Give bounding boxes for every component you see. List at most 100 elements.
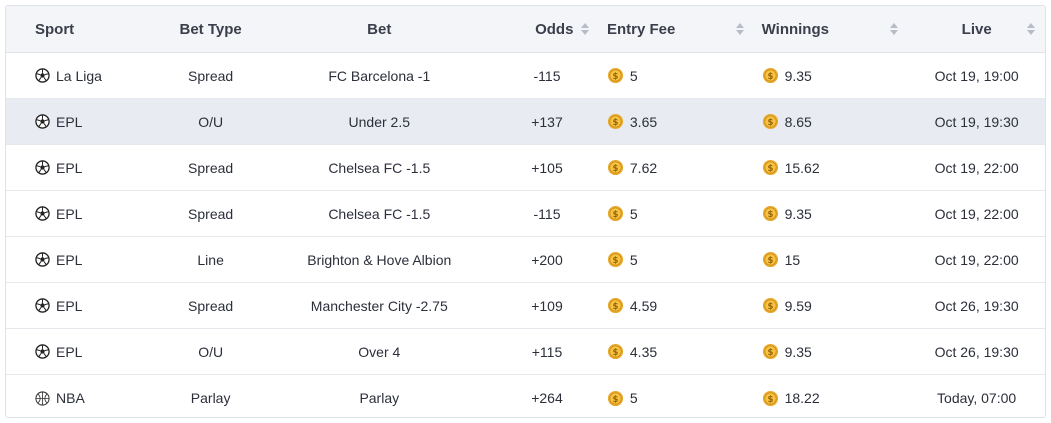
svg-text:$: $ [767, 302, 773, 312]
table-row[interactable]: EPL Line Brighton & Hove Albion +200 $ 5… [6, 237, 1045, 283]
bets-table: Sport Bet Type Bet Odds Entry Fee Winnin… [5, 5, 1046, 418]
cell-odds: -115 [533, 205, 561, 222]
sport-label: EPL [56, 159, 83, 176]
sport-label: EPL [56, 343, 83, 360]
sport-label: EPL [56, 297, 83, 314]
table-body: La Liga Spread FC Barcelona -1 -115 $ 5 … [6, 53, 1045, 417]
coin-icon: $ [762, 205, 779, 222]
coin-icon: $ [607, 113, 624, 130]
cell-sport: EPL [6, 191, 124, 236]
svg-text:$: $ [612, 394, 618, 404]
column-header-bet[interactable]: Bet [297, 6, 461, 52]
cell-winnings: $ 9.35 [754, 329, 909, 374]
soccer-ball-icon [35, 160, 50, 175]
basketball-icon [35, 390, 50, 406]
cell-bet-type: O/U [198, 343, 224, 360]
cell-live: Oct 26, 19:30 [934, 343, 1019, 360]
cell-winnings: $ 9.35 [754, 53, 909, 98]
svg-text:$: $ [767, 72, 773, 82]
cell-sport: EPL [6, 145, 124, 190]
cell-odds: +137 [531, 113, 563, 130]
table-row[interactable]: EPL O/U Under 2.5 +137 $ 3.65 $ 8.65 Oct… [6, 99, 1045, 145]
cell-live: Oct 19, 22:00 [934, 251, 1019, 268]
cell-live: Oct 19, 22:00 [934, 159, 1019, 176]
cell-odds: +264 [531, 390, 563, 406]
table-row[interactable]: EPL Spread Chelsea FC -1.5 +105 $ 7.62 $… [6, 145, 1045, 191]
sort-arrows-icon[interactable] [735, 23, 744, 35]
cell-odds: +115 [531, 343, 563, 360]
coin-icon: $ [762, 159, 779, 176]
table-row[interactable]: EPL Spread Manchester City -2.75 +109 $ … [6, 283, 1045, 329]
coin-icon: $ [762, 297, 779, 314]
entry-fee-value: 3.65 [629, 113, 658, 130]
column-header-bet-type[interactable]: Bet Type [124, 6, 298, 52]
cell-bet: Under 2.5 [348, 113, 411, 130]
coin-icon: $ [762, 251, 779, 268]
cell-bet-type: Parlay [190, 390, 231, 406]
cell-bet: FC Barcelona -1 [328, 67, 431, 84]
cell-bet-type: Spread [188, 297, 234, 314]
cell-sport: EPL [6, 237, 124, 282]
cell-winnings: $ 8.65 [754, 99, 909, 144]
cell-winnings: $ 18.22 [754, 375, 909, 417]
cell-entry-fee: $ 7.62 [599, 145, 754, 190]
soccer-ball-icon [35, 206, 50, 221]
cell-winnings: $ 9.35 [754, 191, 909, 236]
cell-live: Oct 19, 22:00 [934, 205, 1019, 222]
cell-bet: Brighton & Hove Albion [307, 251, 452, 268]
sport-label: EPL [56, 113, 83, 130]
column-header-winnings[interactable]: Winnings [754, 6, 909, 52]
column-header-entry-fee[interactable]: Entry Fee [599, 6, 754, 52]
cell-sport: EPL [6, 329, 124, 374]
winnings-value: 9.35 [784, 205, 812, 222]
cell-live: Oct 19, 19:00 [934, 67, 1019, 84]
cell-bet: Parlay [359, 390, 400, 406]
cell-bet-type: Spread [188, 159, 234, 176]
table-row[interactable]: EPL Spread Chelsea FC -1.5 -115 $ 5 $ 9.… [6, 191, 1045, 237]
svg-text:$: $ [767, 118, 773, 128]
svg-text:$: $ [767, 164, 773, 174]
sport-label: NBA [56, 390, 85, 406]
cell-bet: Over 4 [358, 343, 401, 360]
cell-odds: +200 [531, 251, 563, 268]
cell-bet: Manchester City -2.75 [310, 297, 448, 314]
cell-live: Oct 26, 19:30 [934, 297, 1019, 314]
table-row[interactable]: NBA Parlay Parlay +264 $ 5 $ 18.22 Today… [6, 375, 1045, 417]
svg-text:$: $ [612, 72, 618, 82]
cell-winnings: $ 15.62 [754, 145, 909, 190]
cell-entry-fee: $ 5 [599, 53, 754, 98]
sort-arrows-icon[interactable] [580, 23, 589, 35]
coin-icon: $ [607, 251, 624, 268]
cell-odds: +105 [531, 159, 563, 176]
sport-label: La Liga [56, 67, 102, 84]
cell-sport: La Liga [6, 53, 124, 98]
cell-entry-fee: $ 4.35 [599, 329, 754, 374]
winnings-value: 9.35 [784, 67, 812, 84]
svg-text:$: $ [612, 256, 618, 266]
table-row[interactable]: La Liga Spread FC Barcelona -1 -115 $ 5 … [6, 53, 1045, 99]
svg-text:$: $ [612, 210, 618, 220]
soccer-ball-icon [35, 114, 50, 129]
svg-text:$: $ [612, 118, 618, 128]
sport-label: EPL [56, 205, 83, 222]
cell-bet-type: Line [197, 251, 224, 268]
cell-entry-fee: $ 5 [599, 237, 754, 282]
cell-bet-type: O/U [198, 113, 224, 130]
cell-bet-type: Spread [188, 205, 234, 222]
entry-fee-value: 7.62 [629, 159, 658, 176]
column-header-odds[interactable]: Odds [461, 6, 599, 52]
sort-arrows-icon[interactable] [1027, 23, 1036, 35]
cell-entry-fee: $ 5 [599, 191, 754, 236]
column-header-live[interactable]: Live [908, 6, 1045, 52]
sport-label: EPL [56, 251, 83, 268]
table-row[interactable]: EPL O/U Over 4 +115 $ 4.35 $ 9.35 Oct 26… [6, 329, 1045, 375]
svg-text:$: $ [767, 256, 773, 266]
winnings-value: 9.35 [784, 343, 812, 360]
cell-entry-fee: $ 3.65 [599, 99, 754, 144]
winnings-value: 15.62 [784, 159, 820, 176]
cell-bet: Chelsea FC -1.5 [328, 205, 431, 222]
svg-text:$: $ [612, 164, 618, 174]
column-header-sport[interactable]: Sport [6, 6, 124, 52]
sort-arrows-icon[interactable] [890, 23, 899, 35]
entry-fee-value: 5 [629, 67, 638, 84]
